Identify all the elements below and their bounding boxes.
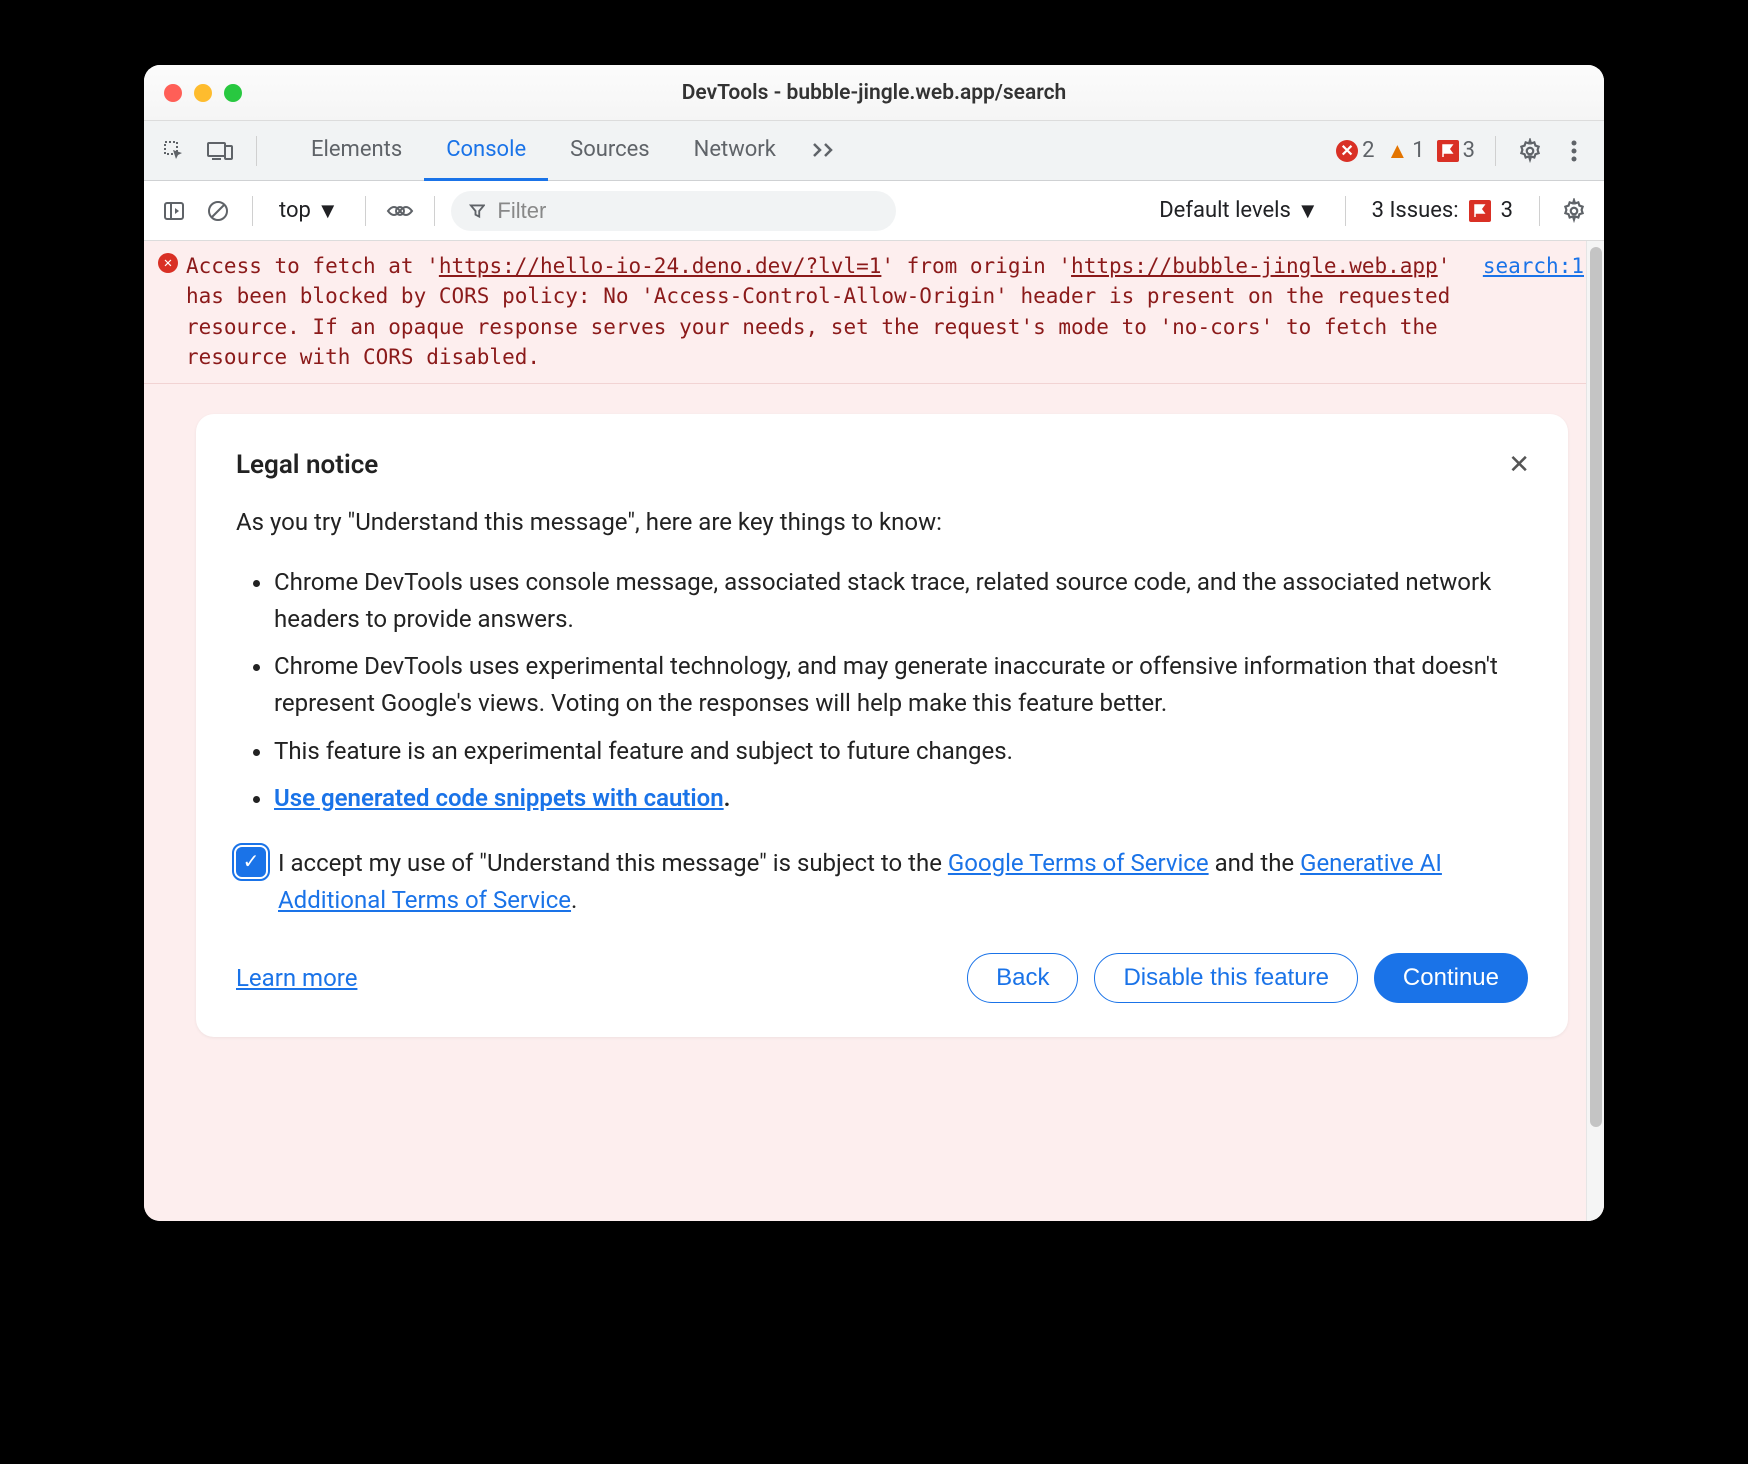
list-item: Chrome DevTools uses console message, as… bbox=[274, 564, 1528, 638]
back-button[interactable]: Back bbox=[967, 953, 1078, 1003]
modal-bullet-list: Chrome DevTools uses console message, as… bbox=[236, 564, 1528, 817]
issues-label: 3 Issues: bbox=[1372, 198, 1459, 223]
divider bbox=[1495, 136, 1496, 166]
console-error-text: Access to fetch at 'https://hello-io-24.… bbox=[186, 251, 1483, 373]
scrollbar[interactable] bbox=[1586, 241, 1604, 1221]
window-title: DevTools - bubble-jingle.web.app/search bbox=[682, 81, 1067, 105]
list-item: This feature is an experimental feature … bbox=[274, 733, 1528, 770]
more-menu-icon[interactable] bbox=[1556, 133, 1592, 169]
tab-bar: Elements Console Sources Network ✕ 2 ▲ 1 bbox=[144, 121, 1604, 181]
list-item: Use generated code snippets with caution… bbox=[274, 780, 1528, 817]
divider bbox=[365, 196, 366, 226]
close-icon[interactable]: ✕ bbox=[1508, 450, 1530, 480]
tab-sources[interactable]: Sources bbox=[548, 121, 672, 181]
issue-count-value: 3 bbox=[1463, 138, 1475, 163]
divider bbox=[434, 196, 435, 226]
settings-icon[interactable] bbox=[1512, 133, 1548, 169]
issues-chip-icon bbox=[1469, 200, 1491, 222]
error-count-value: 2 bbox=[1362, 138, 1374, 163]
issue-count[interactable]: 3 bbox=[1437, 138, 1475, 163]
accept-row: ✓ I accept my use of "Understand this me… bbox=[236, 845, 1528, 919]
google-tos-link[interactable]: Google Terms of Service bbox=[948, 849, 1209, 877]
error-source-link[interactable]: search:1 bbox=[1483, 251, 1584, 373]
device-toolbar-icon[interactable] bbox=[202, 133, 238, 169]
warning-icon: ▲ bbox=[1386, 138, 1408, 164]
warning-count[interactable]: ▲ 1 bbox=[1386, 138, 1424, 164]
list-item: Chrome DevTools uses experimental techno… bbox=[274, 648, 1528, 722]
warning-count-value: 1 bbox=[1412, 138, 1424, 163]
console-area: ✕ Access to fetch at 'https://hello-io-2… bbox=[144, 241, 1604, 1221]
close-window-button[interactable] bbox=[164, 84, 182, 102]
titlebar: DevTools - bubble-jingle.web.app/search bbox=[144, 65, 1604, 121]
error-count[interactable]: ✕ 2 bbox=[1336, 138, 1374, 163]
divider bbox=[1345, 196, 1346, 226]
learn-more-link[interactable]: Learn more bbox=[236, 964, 357, 992]
traffic-lights bbox=[164, 84, 242, 102]
dropdown-icon: ▼ bbox=[1297, 198, 1319, 224]
filter-icon bbox=[469, 202, 486, 220]
tab-console[interactable]: Console bbox=[424, 121, 548, 181]
console-settings-icon[interactable] bbox=[1556, 193, 1592, 229]
continue-button[interactable]: Continue bbox=[1374, 953, 1528, 1003]
legal-notice-modal: ✕ Legal notice As you try "Understand th… bbox=[196, 414, 1568, 1038]
filter-input[interactable] bbox=[497, 198, 877, 224]
issues-count: 3 bbox=[1501, 198, 1513, 223]
divider bbox=[1539, 196, 1540, 226]
scroll-thumb[interactable] bbox=[1590, 247, 1602, 1127]
maximize-window-button[interactable] bbox=[224, 84, 242, 102]
devtools-window: DevTools - bubble-jingle.web.app/search … bbox=[144, 65, 1604, 1221]
panel-tabs: Elements Console Sources Network bbox=[289, 121, 1332, 181]
modal-footer: Learn more Back Disable this feature Con… bbox=[236, 953, 1528, 1003]
modal-title: Legal notice bbox=[236, 450, 1528, 480]
filter-box[interactable] bbox=[451, 191, 896, 231]
caution-link[interactable]: Use generated code snippets with caution bbox=[274, 784, 724, 812]
error-icon: ✕ bbox=[158, 251, 186, 373]
issue-flag-icon bbox=[1437, 140, 1459, 162]
context-selector[interactable]: top ▼ bbox=[269, 198, 349, 224]
toggle-sidebar-icon[interactable] bbox=[156, 193, 192, 229]
accept-text: I accept my use of "Understand this mess… bbox=[278, 845, 1528, 919]
console-toolbar: top ▼ Default levels ▼ 3 Issues: bbox=[144, 181, 1604, 241]
context-label: top bbox=[279, 198, 311, 223]
console-error-row[interactable]: ✕ Access to fetch at 'https://hello-io-2… bbox=[144, 241, 1604, 384]
divider bbox=[256, 136, 257, 166]
error-url-2[interactable]: https://bubble-jingle.web.app bbox=[1071, 254, 1438, 278]
divider bbox=[252, 196, 253, 226]
clear-console-icon[interactable] bbox=[200, 193, 236, 229]
log-levels-selector[interactable]: Default levels ▼ bbox=[1149, 198, 1328, 224]
modal-intro: As you try "Understand this message", he… bbox=[236, 508, 1528, 536]
tab-network[interactable]: Network bbox=[672, 121, 798, 181]
accept-checkbox[interactable]: ✓ bbox=[236, 847, 266, 877]
inspect-element-icon[interactable] bbox=[156, 133, 192, 169]
disable-feature-button[interactable]: Disable this feature bbox=[1094, 953, 1357, 1003]
more-tabs-icon[interactable] bbox=[798, 137, 852, 165]
dropdown-icon: ▼ bbox=[317, 198, 339, 224]
live-expression-icon[interactable] bbox=[382, 193, 418, 229]
error-icon: ✕ bbox=[1336, 140, 1358, 162]
issues-link[interactable]: 3 Issues: 3 bbox=[1362, 198, 1523, 223]
levels-label: Default levels bbox=[1159, 198, 1291, 223]
minimize-window-button[interactable] bbox=[194, 84, 212, 102]
tab-elements[interactable]: Elements bbox=[289, 121, 424, 181]
error-url-1[interactable]: https://hello-io-24.deno.dev/?lvl=1 bbox=[439, 254, 882, 278]
